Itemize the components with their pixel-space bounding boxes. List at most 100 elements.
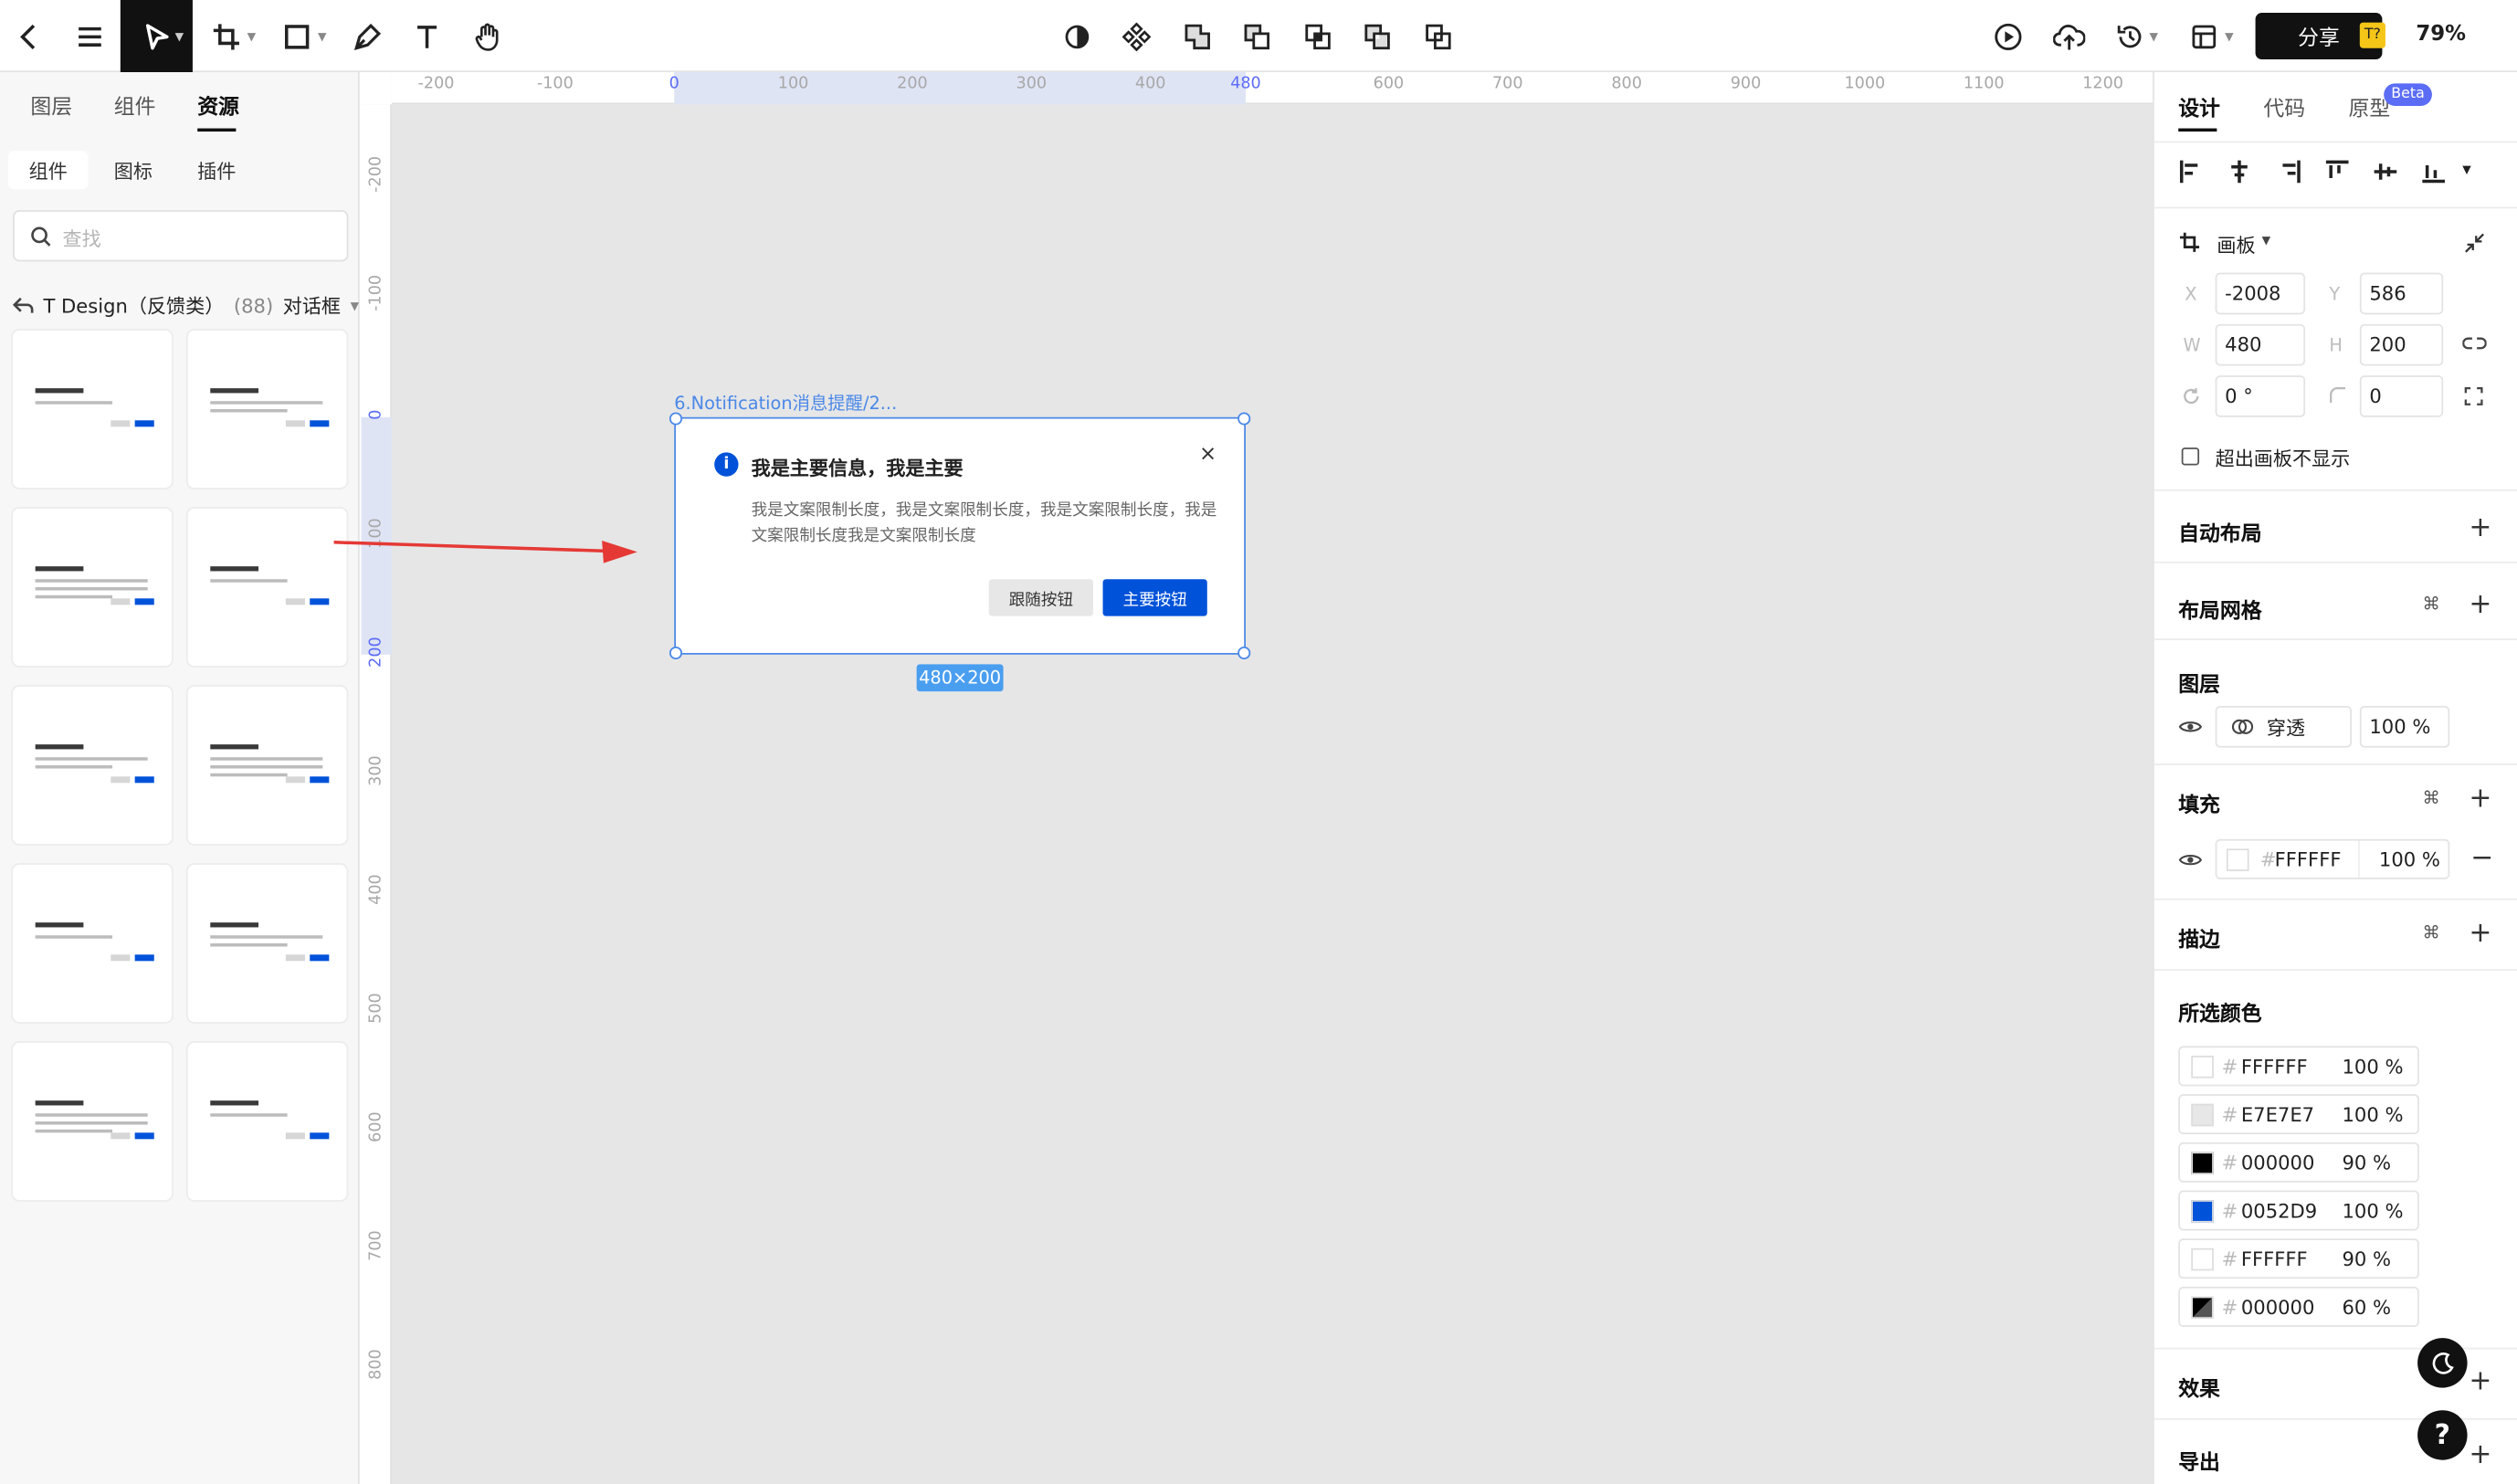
- component-thumbnail[interactable]: [11, 1041, 174, 1202]
- component-icon[interactable]: [1116, 16, 1158, 58]
- style-icon[interactable]: ⌘: [2422, 788, 2439, 809]
- blend-mode-select[interactable]: 穿透: [2215, 705, 2353, 748]
- selected-color-row[interactable]: #000000 60 %: [2178, 1286, 2419, 1327]
- pen-tool-icon[interactable]: [347, 16, 389, 58]
- width-input[interactable]: 480: [2215, 323, 2306, 366]
- layer-opacity-input[interactable]: 100 %: [2359, 705, 2450, 748]
- primary-button[interactable]: 主要按钮: [1102, 579, 1207, 616]
- component-thumbnail[interactable]: [185, 329, 349, 489]
- fill-opacity[interactable]: 100 %: [2379, 848, 2440, 871]
- flatten-icon[interactable]: [1417, 16, 1459, 58]
- component-thumbnail[interactable]: [185, 685, 349, 846]
- back-arrow-icon[interactable]: [13, 297, 34, 314]
- selected-color-row[interactable]: #0052D9 100 %: [2178, 1190, 2419, 1231]
- radius-input[interactable]: 0: [2359, 375, 2444, 417]
- breadcrumb-category[interactable]: 对话框: [283, 292, 341, 320]
- clip-content-checkbox[interactable]: [2181, 447, 2200, 466]
- selected-color-row[interactable]: # E7E7E7 100 %: [2178, 1094, 2419, 1135]
- intersect-icon[interactable]: [1297, 16, 1339, 58]
- tab-components[interactable]: 组件: [114, 89, 156, 120]
- color-swatch[interactable]: [2191, 1200, 2214, 1223]
- secondary-button[interactable]: 跟随按钮: [988, 579, 1093, 616]
- layout-icon[interactable]: [2183, 16, 2225, 58]
- component-thumbnail[interactable]: [11, 507, 174, 668]
- plugin-badge[interactable]: T?: [2359, 22, 2385, 48]
- color-swatch[interactable]: [2191, 1296, 2214, 1320]
- tab-assets[interactable]: 资源: [197, 89, 239, 120]
- resize-handle-br[interactable]: [1237, 646, 1251, 660]
- component-thumbnail[interactable]: [185, 507, 349, 668]
- independent-corners-icon[interactable]: [2464, 386, 2483, 405]
- subtract-icon[interactable]: [1236, 16, 1278, 58]
- remove-fill-icon[interactable]: −: [2470, 845, 2493, 873]
- add-auto-layout-icon[interactable]: +: [2469, 514, 2491, 542]
- selected-color-row[interactable]: #000000 90 %: [2178, 1142, 2419, 1183]
- align-left-icon[interactable]: [2178, 159, 2204, 184]
- eye-icon[interactable]: [2178, 852, 2203, 868]
- back-icon[interactable]: [8, 16, 50, 58]
- hand-tool-icon[interactable]: [467, 16, 509, 58]
- x-input[interactable]: -2008: [2215, 272, 2306, 315]
- add-stroke-icon[interactable]: +: [2469, 921, 2491, 948]
- frame-tool-icon[interactable]: [205, 16, 247, 58]
- fill-color-input[interactable]: # FFFFFF 100 %: [2215, 838, 2450, 879]
- color-swatch[interactable]: [2191, 1103, 2214, 1127]
- subtab-plugins[interactable]: 插件: [178, 151, 255, 189]
- zoom-level[interactable]: 79%: [2416, 23, 2466, 47]
- chevron-down-icon[interactable]: ▼: [2262, 234, 2270, 247]
- align-right-icon[interactable]: [2276, 159, 2301, 184]
- component-thumbnail[interactable]: [11, 685, 174, 846]
- text-tool-icon[interactable]: [406, 16, 448, 58]
- frame-label[interactable]: 6.Notification消息提醒/2...: [674, 390, 897, 416]
- help-button[interactable]: ?: [2417, 1410, 2468, 1460]
- tab-layers[interactable]: 图层: [30, 89, 72, 120]
- component-thumbnail[interactable]: [11, 329, 174, 489]
- height-input[interactable]: 200: [2359, 323, 2444, 366]
- exclude-icon[interactable]: [1356, 16, 1398, 58]
- resize-handle-tr[interactable]: [1237, 412, 1251, 426]
- component-thumbnail[interactable]: [185, 863, 349, 1024]
- chevron-down-icon[interactable]: ▼: [351, 300, 359, 312]
- close-icon[interactable]: ×: [1199, 443, 1216, 467]
- align-bottom-icon[interactable]: [2421, 159, 2447, 184]
- link-icon[interactable]: [2462, 335, 2487, 352]
- union-icon[interactable]: [1176, 16, 1218, 58]
- add-effect-icon[interactable]: +: [2469, 1368, 2491, 1396]
- align-center-h-icon[interactable]: [2227, 159, 2252, 184]
- canvas[interactable]: [361, 72, 2154, 1484]
- fill-swatch[interactable]: [2226, 848, 2249, 871]
- frame-type-label[interactable]: 画板: [2217, 231, 2255, 258]
- move-tool-button[interactable]: ▼: [120, 0, 193, 73]
- y-input[interactable]: 586: [2359, 272, 2444, 315]
- eye-icon[interactable]: [2178, 719, 2203, 735]
- color-swatch[interactable]: [2191, 1247, 2214, 1271]
- add-export-icon[interactable]: +: [2469, 1441, 2491, 1469]
- align-center-v-icon[interactable]: [2373, 159, 2398, 184]
- tab-design[interactable]: 设计: [2178, 91, 2220, 121]
- contrast-icon[interactable]: [1057, 16, 1099, 58]
- color-swatch[interactable]: [2191, 1055, 2214, 1079]
- asset-search-input[interactable]: 查找: [13, 210, 349, 262]
- selected-color-row[interactable]: # FFFFFF 100 %: [2178, 1046, 2419, 1087]
- resize-handle-bl[interactable]: [669, 646, 683, 660]
- tab-code[interactable]: 代码: [2263, 91, 2305, 121]
- subtab-components[interactable]: 组件: [7, 151, 89, 190]
- component-thumbnail[interactable]: [185, 1041, 349, 1202]
- align-top-icon[interactable]: [2324, 159, 2350, 184]
- collapse-icon[interactable]: [2464, 233, 2485, 254]
- add-fill-icon[interactable]: +: [2469, 785, 2491, 814]
- subtab-icons[interactable]: 图标: [95, 151, 172, 189]
- selected-color-row[interactable]: # FFFFFF 90 %: [2178, 1238, 2419, 1279]
- component-thumbnail[interactable]: [11, 863, 174, 1024]
- add-layout-grid-icon[interactable]: +: [2469, 591, 2491, 619]
- theme-toggle-button[interactable]: [2417, 1338, 2468, 1388]
- rectangle-tool-icon[interactable]: [276, 16, 318, 58]
- history-icon[interactable]: [2110, 16, 2152, 58]
- chevron-down-icon[interactable]: ▼: [2462, 163, 2470, 176]
- style-icon[interactable]: ⌘: [2422, 594, 2439, 615]
- play-icon[interactable]: [1987, 16, 2029, 58]
- rotation-input[interactable]: 0 °: [2215, 375, 2306, 417]
- style-icon[interactable]: ⌘: [2422, 922, 2439, 943]
- fill-hex[interactable]: FFFFFF: [2275, 848, 2342, 871]
- resize-handle-tl[interactable]: [669, 412, 683, 426]
